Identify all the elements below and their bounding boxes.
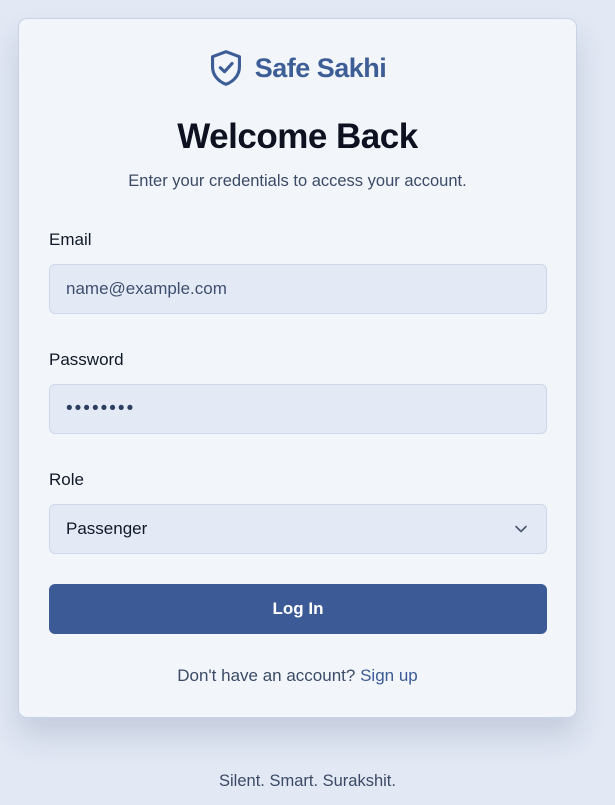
signup-link[interactable]: Sign up [360, 666, 418, 685]
role-selected-value: Passenger [66, 519, 148, 538]
page-subtitle: Enter your credentials to access your ac… [128, 172, 467, 190]
email-field[interactable]: name@example.com [49, 264, 547, 314]
password-label: Password [49, 350, 124, 369]
chevron-down-icon [515, 525, 527, 533]
page-title: Welcome Back [177, 117, 418, 156]
brand-name: Safe Sakhi [254, 52, 387, 83]
role-label: Role [49, 470, 84, 489]
signup-prompt: Don't have an account? Sign up [19, 666, 576, 686]
brand-logo: Safe Sakhi [19, 49, 576, 87]
password-field[interactable]: •••••••• [49, 384, 547, 434]
login-button[interactable]: Log In [49, 584, 547, 634]
email-label: Email [49, 230, 92, 249]
shield-check-icon [210, 50, 241, 86]
role-select[interactable]: Passenger [49, 504, 547, 554]
login-card: Safe Sakhi Welcome Back Enter your crede… [18, 18, 577, 718]
email-placeholder: name@example.com [66, 279, 227, 298]
tagline: Silent. Smart. Surakshit. [219, 772, 396, 790]
password-value: •••••••• [66, 398, 136, 419]
signup-prompt-text: Don't have an account? [177, 666, 356, 685]
